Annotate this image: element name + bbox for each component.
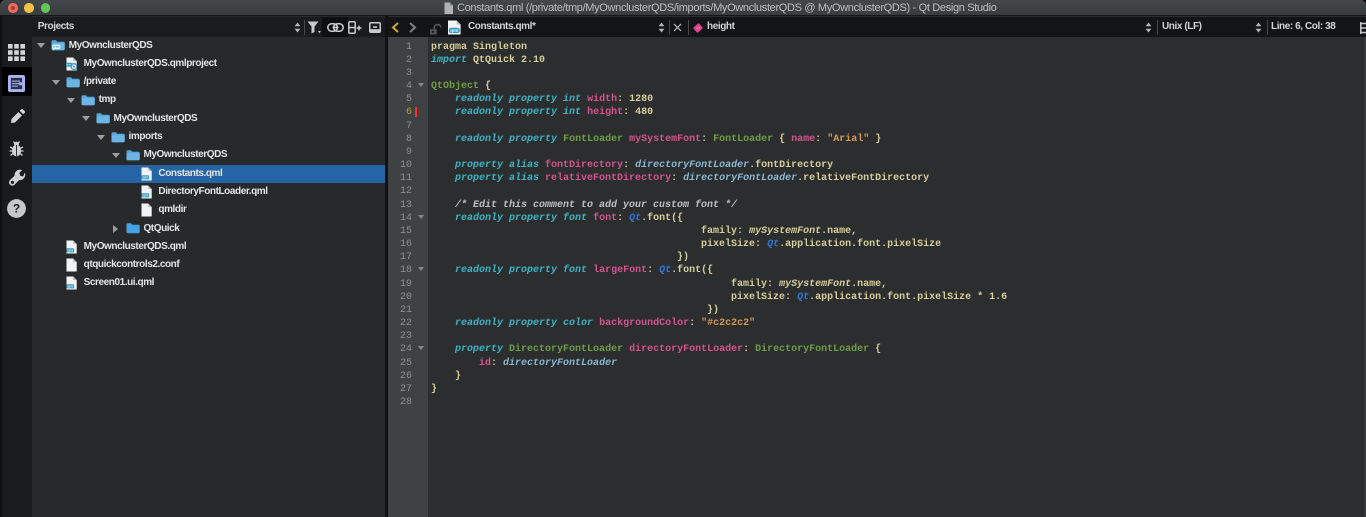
svg-text:qml: qml (450, 28, 458, 33)
svg-text:?: ? (12, 202, 19, 216)
